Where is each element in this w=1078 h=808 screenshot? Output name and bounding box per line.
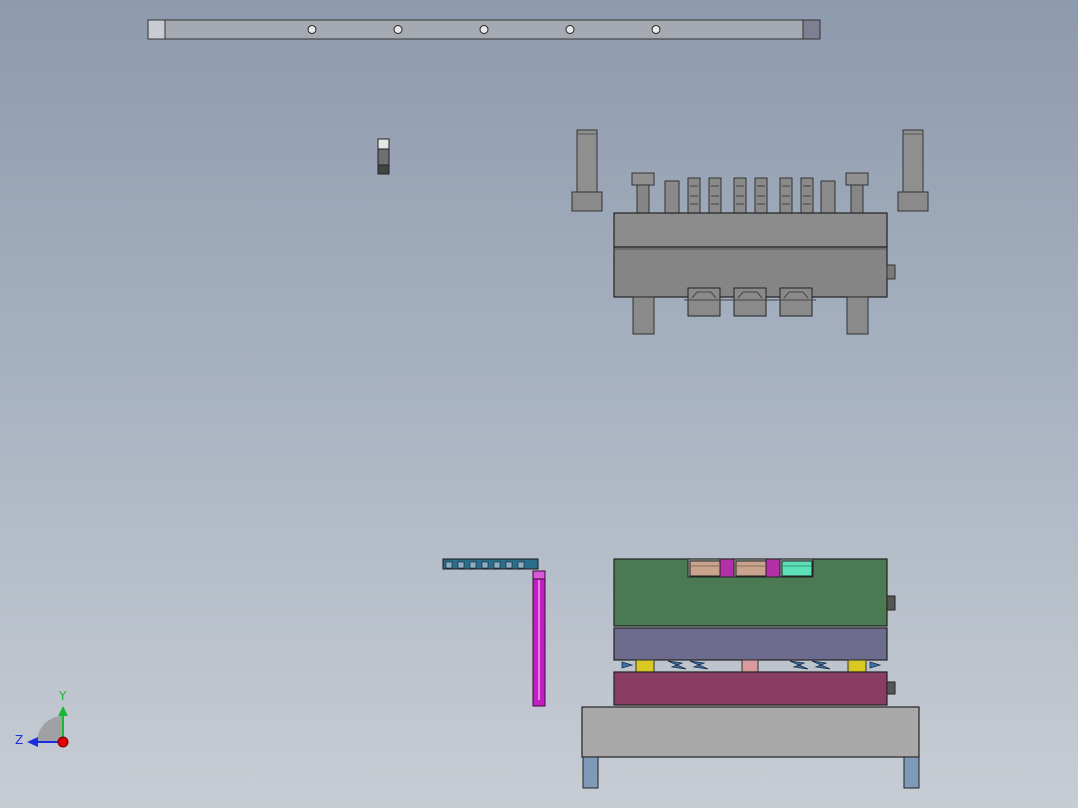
insert-magenta-1	[719, 558, 735, 578]
triad-quadrant	[37, 716, 63, 742]
upper-clamp-plate	[613, 212, 888, 248]
rail-end-right	[802, 19, 821, 40]
triad-z-label: Z	[15, 733, 23, 747]
cad-drawing-area[interactable]: Y Z	[0, 0, 1078, 808]
triad-y-label: Y	[58, 689, 67, 703]
support-pillar-center	[741, 659, 759, 673]
upper-leader-pin-right	[846, 296, 869, 335]
lower-mold-assembly[interactable]	[581, 558, 920, 789]
top-rail-part[interactable]	[147, 19, 821, 40]
support-plate	[613, 671, 888, 706]
insert-tan-1	[689, 560, 721, 577]
rail-end-left	[147, 19, 166, 40]
upper-side-stub	[886, 264, 896, 280]
support-side-stub	[886, 681, 896, 695]
foot-right	[903, 756, 920, 789]
support-pillar-right	[847, 659, 867, 673]
insert-tan-2	[735, 560, 767, 577]
return-pin-right	[845, 172, 869, 214]
insert-cyan	[781, 560, 813, 577]
triad-z-arrow	[27, 737, 38, 747]
return-pin-left	[631, 172, 655, 214]
magenta-pin-part[interactable]	[532, 570, 546, 707]
spring-strip-part[interactable]	[442, 558, 539, 570]
pin-threads	[690, 185, 811, 205]
core-plate	[613, 627, 888, 661]
triad-x-axis-dot	[57, 736, 69, 748]
cavity-side-stub	[886, 595, 896, 611]
graphics-viewport[interactable]: Y Z	[0, 0, 1078, 808]
upper-mold-assembly[interactable]	[571, 129, 929, 335]
upper-leader-pin-left	[632, 296, 655, 335]
reference-triad: Y Z	[15, 689, 69, 748]
guide-post-right	[897, 129, 929, 212]
foot-left	[582, 756, 599, 789]
guide-post-left	[571, 129, 603, 212]
base-plate	[581, 706, 920, 758]
small-block-part[interactable]	[377, 138, 390, 175]
support-pillar-left	[635, 659, 655, 673]
insert-magenta-2	[765, 558, 781, 578]
triad-y-arrow	[58, 706, 68, 716]
